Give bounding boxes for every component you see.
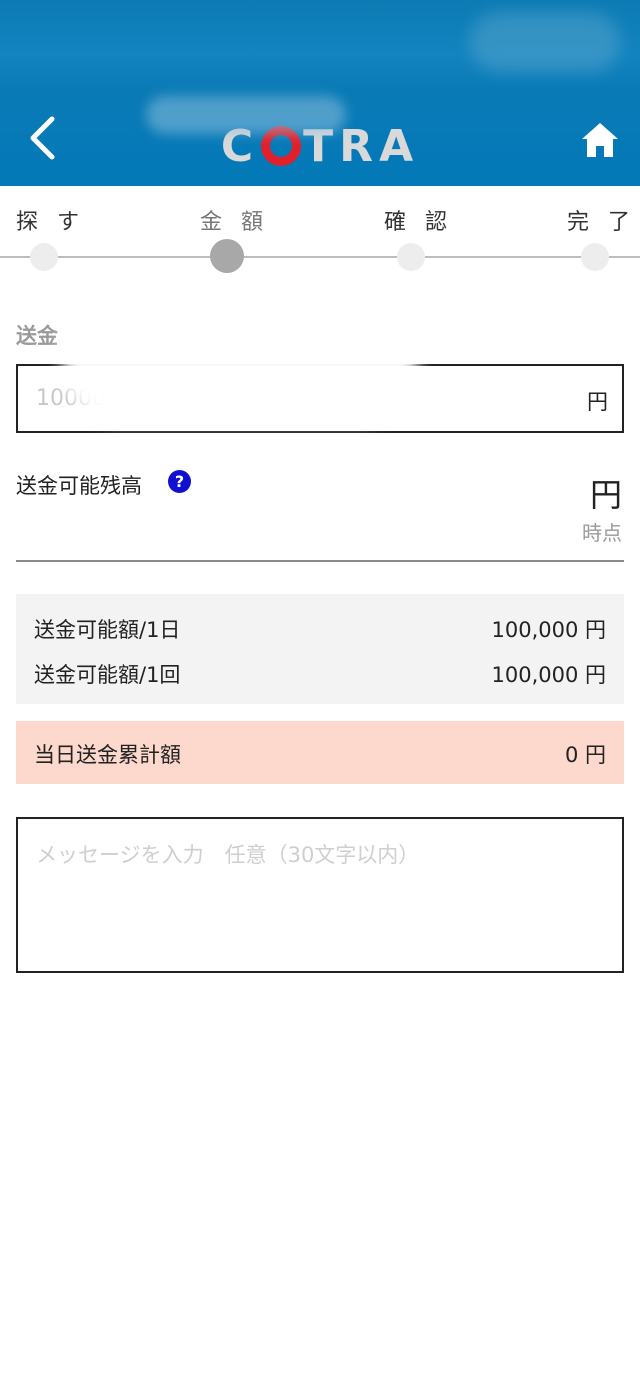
redacted-area: [146, 96, 346, 134]
amount-label: 送金: [16, 324, 58, 348]
balance-yen-suffix: 円: [589, 476, 622, 514]
cumulative-label: 当日送金累計額: [34, 743, 181, 767]
home-button[interactable]: [572, 110, 628, 170]
progress-stepper: 探 す 金 額 確 認 完 了: [0, 186, 640, 286]
limit-label: 送金可能額/1日: [34, 618, 181, 642]
app-header: C TRA: [0, 0, 640, 186]
message-field[interactable]: [16, 817, 624, 973]
step-dot-amount: [210, 239, 244, 273]
daily-cumulative-box: 当日送金累計額 0 円: [16, 721, 624, 784]
limit-value: 100,000 円: [491, 663, 606, 687]
step-label-amount: 金 額: [200, 210, 269, 235]
help-icon[interactable]: ?: [168, 470, 191, 493]
redacted-area: [62, 298, 418, 422]
divider: [16, 560, 624, 562]
amount-yen-suffix: 円: [587, 390, 608, 414]
redacted-area: [300, 462, 568, 548]
back-button[interactable]: [14, 108, 70, 168]
stepper-line: [0, 256, 640, 258]
chevron-left-icon: [30, 116, 55, 160]
balance-timestamp: 時点: [582, 521, 622, 545]
home-icon: [582, 123, 618, 157]
status-bar-area: [0, 0, 640, 90]
step-dot-search: [30, 243, 58, 271]
step-label-search: 探 す: [16, 210, 85, 235]
step-label-complete: 完 了: [567, 210, 636, 235]
balance-label: 送金可能残高: [16, 474, 142, 498]
limit-row-per-transfer: 送金可能額/1回 100,000 円: [34, 659, 606, 689]
message-input[interactable]: [18, 819, 622, 971]
step-dot-complete: [581, 243, 609, 271]
limit-label: 送金可能額/1回: [34, 663, 181, 687]
limit-value: 100,000 円: [491, 618, 606, 642]
step-dot-confirm: [397, 243, 425, 271]
step-label-confirm: 確 認: [384, 210, 453, 235]
limit-row-daily: 送金可能額/1日 100,000 円: [34, 614, 606, 644]
cumulative-value: 0 円: [564, 743, 606, 767]
transfer-limits-box: 送金可能額/1日 100,000 円 送金可能額/1回 100,000 円: [16, 594, 624, 704]
